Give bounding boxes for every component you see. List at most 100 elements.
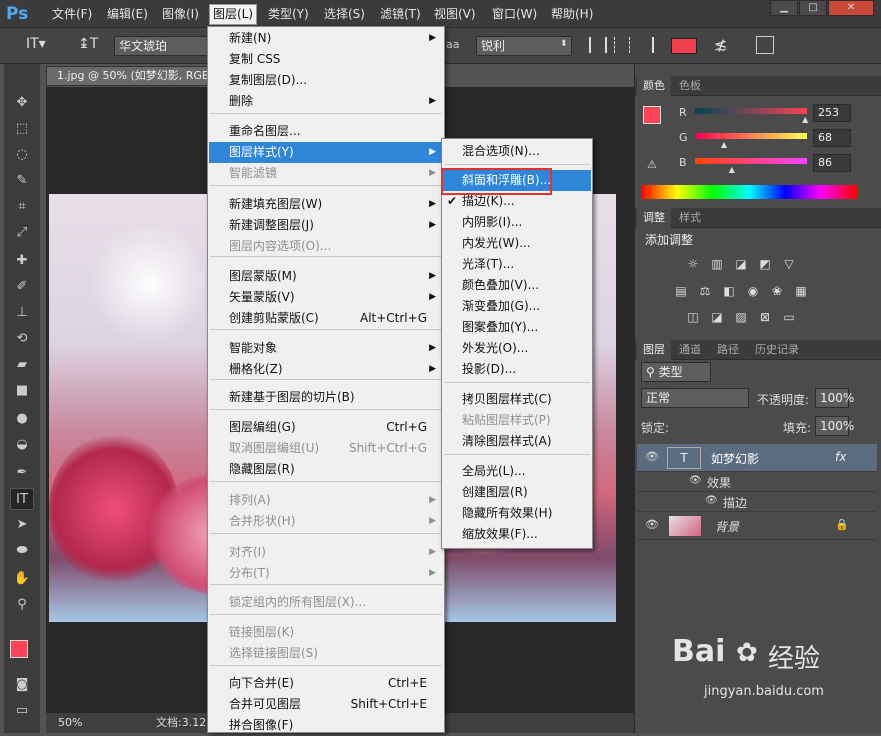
menu-filter[interactable]: 滤镜(T) [377, 5, 424, 23]
layer-menu-item[interactable]: 重命名图层... [209, 121, 443, 142]
stroke-effect-row[interactable]: 👁 描边 [637, 492, 877, 512]
screen-mode-icon[interactable]: ▭ [10, 700, 34, 722]
move-tool-icon[interactable]: ✥ [10, 92, 34, 114]
menu-view[interactable]: 视图(V) [431, 5, 479, 23]
layer-menu-item[interactable]: 图层蒙版(M) ▶ [209, 266, 443, 287]
style-menu-item[interactable]: 混合选项(N)... [443, 141, 591, 162]
gamut-warning-icon[interactable]: ⚠ [647, 158, 657, 171]
layer-menu-item[interactable]: 矢量蒙版(V) ▶ [209, 287, 443, 308]
tab-color[interactable]: 颜色 [637, 76, 671, 96]
posterize-icon[interactable]: ◪ [709, 310, 725, 324]
style-menu-item[interactable]: 内阴影(I)... [443, 212, 591, 233]
stamp-tool-icon[interactable]: ⊥ [10, 302, 34, 324]
layer-menu-item[interactable]: 新建基于图层的切片(B) [209, 387, 443, 408]
quick-select-icon[interactable]: ✎ [10, 170, 34, 192]
exposure-icon[interactable]: ◩ [757, 257, 773, 271]
lasso-tool-icon[interactable]: ◌ [10, 144, 34, 166]
ellipse-tool-icon[interactable]: ⬬ [10, 540, 34, 562]
style-menu-item[interactable]: 拷贝图层样式(C) [443, 389, 591, 410]
panels-icon[interactable] [756, 36, 774, 54]
hand-tool-icon[interactable]: ✋ [10, 568, 34, 590]
style-menu-item[interactable]: 渐变叠加(G)... [443, 296, 591, 317]
menu-layer[interactable]: 图层(L) [209, 4, 258, 25]
tab-layers[interactable]: 图层 [637, 340, 671, 360]
vibrance-icon[interactable]: ▽ [781, 257, 797, 271]
pen-tool-icon[interactable]: ✒ [10, 462, 34, 484]
crop-tool-icon[interactable]: ⌗ [10, 196, 34, 218]
channel-mixer-icon[interactable]: ❀ [769, 284, 785, 298]
brightness-icon[interactable]: ☼ [685, 257, 701, 271]
style-menu-item[interactable]: 颜色叠加(V)... [443, 275, 591, 296]
eye-icon[interactable]: 👁 [705, 495, 718, 506]
photo-filter-icon[interactable]: ◉ [745, 284, 761, 298]
quick-mask-icon[interactable]: ◙ [10, 674, 34, 696]
zoom-level[interactable]: 50% [58, 713, 82, 733]
menu-image[interactable]: 图像(I) [159, 5, 202, 23]
fx-icon[interactable]: fx [835, 450, 846, 464]
layer-menu-item[interactable]: 删除 ▶ [209, 91, 443, 112]
eraser-tool-icon[interactable]: ▰ [10, 354, 34, 376]
color-spectrum[interactable] [641, 185, 857, 199]
zoom-tool-icon[interactable]: ⚲ [10, 594, 34, 616]
layer-menu-item[interactable]: 向下合并(E) Ctrl+E [209, 673, 443, 694]
text-color-swatch[interactable] [671, 38, 697, 54]
dodge-tool-icon[interactable]: ◒ [10, 434, 34, 456]
layer-menu-item[interactable]: 隐藏图层(R) [209, 459, 443, 480]
layer-menu-item[interactable]: 创建剪贴蒙版(C) Alt+Ctrl+G [209, 308, 443, 329]
text-orientation-icon[interactable]: ↨T [78, 36, 98, 52]
layer-menu-item[interactable]: 智能对象 ▶ [209, 338, 443, 359]
g-slider-thumb[interactable]: ▲ [721, 140, 727, 149]
color-lookup-icon[interactable]: ▦ [793, 284, 809, 298]
menu-select[interactable]: 选择(S) [321, 5, 368, 23]
selective-color-icon[interactable]: ⊠ [757, 310, 773, 324]
black-white-icon[interactable]: ◧ [721, 284, 737, 298]
layer-filter-select[interactable]: ⚲ 类型 [641, 362, 711, 382]
type-tool-icon[interactable]: IT [10, 488, 34, 510]
style-menu-item[interactable]: 图案叠加(Y)... [443, 317, 591, 338]
gradient-tool-icon[interactable]: ■ [10, 380, 34, 402]
menu-file[interactable]: 文件(F) [49, 5, 95, 23]
eye-icon[interactable]: 👁 [689, 475, 702, 486]
menu-edit[interactable]: 编辑(E) [104, 5, 151, 23]
font-family-select[interactable]: 华文琥珀 [114, 36, 214, 56]
marquee-tool-icon[interactable]: ⬚ [10, 118, 34, 140]
align-center-icon[interactable] [614, 37, 630, 53]
layer-name[interactable]: 如梦幻影 [711, 450, 759, 467]
brush-tool-icon[interactable]: ✐ [10, 276, 34, 298]
tab-paths[interactable]: 路径 [711, 340, 745, 360]
g-value[interactable]: 68 [813, 129, 851, 147]
style-menu-item[interactable]: 创建图层(R) [443, 482, 591, 503]
minimize-icon[interactable]: ▁ [770, 0, 798, 16]
threshold-icon[interactable]: ▨ [733, 310, 749, 324]
align-right-icon[interactable] [638, 37, 654, 53]
tab-history[interactable]: 历史记录 [749, 340, 805, 360]
layer-menu-item[interactable]: 新建调整图层(J) ▶ [209, 215, 443, 236]
foreground-color-swatch[interactable] [10, 640, 28, 658]
tab-channels[interactable]: 通道 [673, 340, 707, 360]
r-slider-thumb[interactable]: ▲ [802, 115, 808, 124]
warp-text-icon[interactable]: ≴ [714, 35, 727, 54]
layer-name[interactable]: 背景 [715, 518, 739, 535]
align-left-icon[interactable] [589, 37, 607, 53]
color-balance-icon[interactable]: ⚖ [697, 284, 713, 298]
menu-type[interactable]: 类型(Y) [265, 5, 312, 23]
menu-help[interactable]: 帮助(H) [548, 5, 596, 23]
layer-menu-item[interactable]: 图层编组(G) Ctrl+G [209, 417, 443, 438]
g-slider[interactable] [695, 133, 807, 139]
style-menu-item[interactable]: 光泽(T)... [443, 254, 591, 275]
r-slider[interactable] [695, 108, 807, 114]
style-menu-item[interactable]: 全局光(L)... [443, 461, 591, 482]
invert-icon[interactable]: ◫ [685, 310, 701, 324]
close-icon[interactable]: ✕ [828, 0, 874, 16]
style-menu-item[interactable]: 缩放效果(F)... [443, 524, 591, 545]
menu-window[interactable]: 窗口(W) [489, 5, 540, 23]
effects-row[interactable]: 👁 效果 [637, 472, 877, 492]
gradient-map-icon[interactable]: ▭ [781, 310, 797, 324]
layer-menu-item[interactable]: 新建填充图层(W) ▶ [209, 194, 443, 215]
hue-sat-icon[interactable]: ▤ [673, 284, 689, 298]
eye-icon[interactable]: 👁 [645, 450, 659, 463]
path-select-icon[interactable]: ➤ [10, 514, 34, 536]
tab-styles[interactable]: 样式 [673, 208, 707, 228]
layer-menu-item[interactable]: 复制 CSS [209, 49, 443, 70]
tab-adjustments[interactable]: 调整 [637, 208, 671, 228]
